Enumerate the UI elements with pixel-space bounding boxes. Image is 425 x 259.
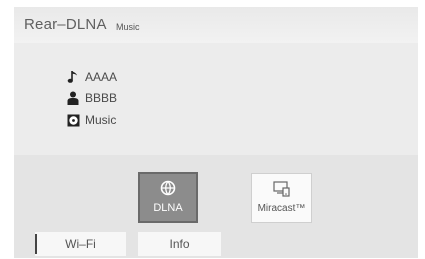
page-title: Rear–DLNA — [24, 16, 107, 33]
song-title: AAAA — [85, 70, 118, 84]
screen-cast-icon — [272, 181, 291, 197]
main-panel: Rear–DLNA Music AAAA BBBB Music DLNA Mir… — [14, 7, 418, 258]
screen: Rear–DLNA Music AAAA BBBB Music DLNA Mir… — [0, 0, 425, 259]
active-tab-indicator — [35, 234, 37, 254]
tab-info[interactable]: Info — [138, 232, 221, 256]
music-note-icon — [66, 70, 80, 84]
miracast-label: Miracast™ — [257, 203, 306, 214]
dlna-label: DLNA — [153, 202, 183, 214]
song-row: AAAA — [66, 69, 117, 85]
header: Rear–DLNA Music — [14, 7, 418, 43]
tab-wifi-label: Wi–Fi — [65, 237, 96, 251]
artist-name: BBBB — [85, 91, 118, 105]
tab-wifi[interactable]: Wi–Fi — [35, 232, 126, 256]
album-row: Music — [66, 112, 116, 128]
source-label: Music — [116, 22, 140, 32]
dlna-button[interactable]: DLNA — [138, 172, 198, 223]
dlna-network-icon — [160, 180, 176, 196]
album-name: Music — [85, 113, 117, 127]
tab-info-label: Info — [169, 237, 190, 251]
artist-row: BBBB — [66, 90, 117, 106]
bottom-bar: DLNA Miracast™ Wi–Fi Info — [14, 155, 418, 258]
disc-icon — [66, 113, 80, 127]
person-icon — [66, 91, 80, 105]
miracast-button[interactable]: Miracast™ — [251, 173, 312, 223]
